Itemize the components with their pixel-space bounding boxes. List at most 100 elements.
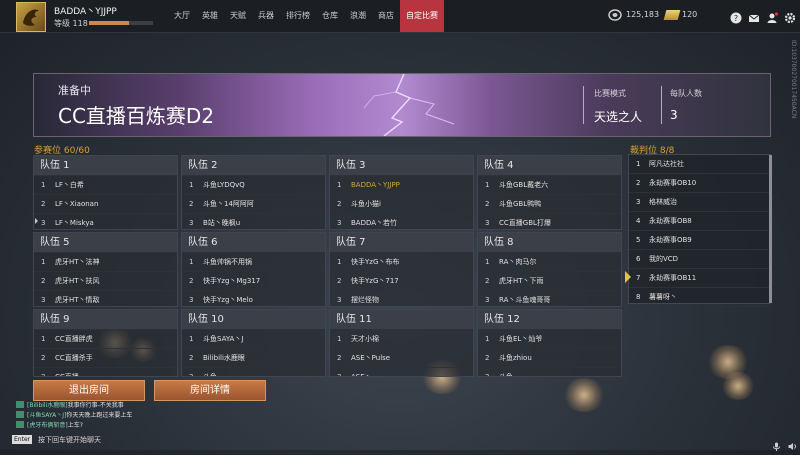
referee-slot[interactable]: 6 我的VCD: [629, 250, 770, 269]
referee-slot[interactable]: 2 永劫赛事OB10: [629, 174, 770, 193]
team-slot[interactable]: 2 LF丶Xiaonan: [34, 194, 177, 213]
mail-icon[interactable]: [748, 9, 760, 22]
team-slot[interactable]: 1 斗鱼SAYA丶J: [182, 329, 325, 348]
speaker-icon[interactable]: [788, 436, 797, 450]
slot-number: 3: [189, 219, 194, 227]
team-card-8[interactable]: 队伍 8 1 RA丶肉马尔 2 虎牙HT丶下雨 3 RA丶斗鱼魂哥哥: [477, 232, 622, 307]
team-slot[interactable]: 2 斗鱼GBL鸭鸭: [478, 194, 621, 213]
lantern-glow: [562, 378, 606, 412]
slot-number: 2: [337, 277, 342, 285]
team-slot[interactable]: 3 摆烂怪物: [330, 290, 473, 309]
team-card-4[interactable]: 队伍 4 1 斗鱼GBL戴老六 2 斗鱼GBL鸭鸭 3 CC直播GBL打爆: [477, 155, 622, 230]
team-slot[interactable]: 1 RA丶肉马尔: [478, 252, 621, 271]
exit-room-button[interactable]: 退出房间: [33, 380, 145, 401]
team-card-5[interactable]: 队伍 5 1 虎牙HT丶法神 2 虎牙HT丶扶风 3 虎牙HT丶情敌: [33, 232, 178, 307]
settings-icon[interactable]: [784, 9, 796, 24]
team-slot[interactable]: 1 LF丶白希: [34, 175, 177, 194]
friends-icon[interactable]: [766, 9, 779, 23]
referee-slot[interactable]: 1 阿凡达社社: [629, 155, 770, 174]
referee-scrollbar[interactable]: [769, 155, 772, 303]
team-slot[interactable]: 3 CC直播...: [34, 367, 177, 376]
team-slot[interactable]: 2 ASE丶Pulse: [330, 348, 473, 367]
player-name: 斗鱼帅锅不用锅: [203, 258, 252, 266]
chat-input-hint[interactable]: 按下回车键开始聊天: [38, 435, 101, 445]
referee-name: 阿凡达社社: [649, 160, 684, 168]
team-card-11[interactable]: 队伍 11 1 天才小棉 2 ASE丶Pulse 3 ASE丶...: [329, 309, 474, 377]
help-icon[interactable]: ?: [730, 9, 742, 24]
nav-talents[interactable]: 天赋: [224, 0, 252, 32]
team-title: 队伍 8: [478, 233, 621, 252]
team-slot[interactable]: 2 快手YzG丶717: [330, 271, 473, 290]
team-slot[interactable]: 3 BADDA丶若竹: [330, 213, 473, 232]
team-slot[interactable]: 2 斗鱼丶14阿阿阿: [182, 194, 325, 213]
flag-icon: [625, 271, 631, 283]
team-slot[interactable]: 2 虎牙HT丶扶风: [34, 271, 177, 290]
team-slot[interactable]: 3 LF丶Miskya: [34, 213, 177, 232]
team-slot[interactable]: 3 快手Yzg丶Melo: [182, 290, 325, 309]
team-card-3[interactable]: 队伍 3 1 BADDA丶YJJPP 2 斗鱼小猫i 3 BADDA丶若竹: [329, 155, 474, 230]
team-slot[interactable]: 3 ASE丶...: [330, 367, 473, 377]
player-avatar[interactable]: [16, 2, 46, 32]
team-slot[interactable]: 3 斗鱼...: [478, 367, 621, 376]
team-card-9[interactable]: 队伍 9 1 CC直播胖虎 2 CC直播杀手 3 CC直播...: [33, 309, 178, 377]
team-card-12[interactable]: 队伍 12 1 斗鱼EL丶灿爷 2 斗鱼zhiou 3 斗鱼...: [477, 309, 622, 377]
player-name: LF丶Miskya: [55, 219, 94, 227]
referee-slot[interactable]: 8 薯薯呀丶: [629, 288, 770, 307]
team-slot[interactable]: 2 斗鱼小猫i: [330, 194, 473, 213]
team-card-7[interactable]: 队伍 7 1 快手YzG丶布布 2 快手YzG丶717 3 摆烂怪物: [329, 232, 474, 307]
player-name: BADDA丶YJJPP: [351, 181, 400, 189]
chat-user[interactable]: [虎牙布俩斩意]: [27, 422, 68, 429]
team-slot[interactable]: 2 斗鱼zhiou: [478, 348, 621, 367]
team-slot[interactable]: 1 BADDA丶YJJPP: [330, 175, 473, 194]
slot-number: 1: [337, 335, 342, 343]
team-slot[interactable]: 1 天才小棉: [330, 329, 473, 348]
xp-bar: [89, 21, 153, 25]
team-slot[interactable]: 1 虎牙HT丶法神: [34, 252, 177, 271]
team-slot[interactable]: 1 斗鱼EL丶灿爷: [478, 329, 621, 348]
team-slot[interactable]: 3 CC直播GBL打爆: [478, 213, 621, 232]
team-slot[interactable]: 3 RA丶斗鱼魂哥哥: [478, 290, 621, 309]
referee-slot[interactable]: 7 永劫赛事OB11: [625, 269, 770, 288]
nav-custom-match[interactable]: 自定比赛: [400, 0, 444, 32]
room-details-button[interactable]: 房间详情: [154, 380, 266, 401]
team-slot[interactable]: 1 斗鱼GBL戴老六: [478, 175, 621, 194]
microphone-icon[interactable]: [772, 436, 781, 451]
chat-user[interactable]: [Bilibili水鹿眼]: [27, 402, 68, 409]
player-name: 斗鱼GBL戴老六: [499, 181, 549, 189]
referee-slot[interactable]: 5 永劫赛事OB9: [629, 231, 770, 250]
room-banner: 准备中 CC直播百炼赛D2 比赛模式 天选之人 每队人数 3: [33, 73, 771, 137]
team-slot[interactable]: 3 B站丶晚枫u: [182, 213, 325, 232]
slot-number: 1: [485, 258, 490, 266]
slot-number: 4: [636, 217, 641, 225]
referee-slot[interactable]: 4 永劫赛事OB8: [629, 212, 770, 231]
slot-number: 7: [636, 274, 641, 282]
slot-number: 2: [337, 354, 342, 362]
team-slot[interactable]: 2 虎牙HT丶下雨: [478, 271, 621, 290]
nav-weapons[interactable]: 兵器: [252, 0, 280, 32]
team-card-10[interactable]: 队伍 10 1 斗鱼SAYA丶J 2 Bilibili水鹿眼 3 斗鱼...: [181, 309, 326, 377]
team-title: 队伍 9: [34, 310, 177, 329]
team-slot[interactable]: 2 快手Yzg丶Mg317: [182, 271, 325, 290]
team-slot[interactable]: 1 快手YzG丶布布: [330, 252, 473, 271]
team-slot[interactable]: 1 斗鱼帅锅不用锅: [182, 252, 325, 271]
referee-slot[interactable]: 3 格林威治: [629, 193, 770, 212]
nav-shop[interactable]: 商店: [372, 0, 400, 32]
nav-tide[interactable]: 浪潮: [344, 0, 372, 32]
team-card-2[interactable]: 队伍 2 1 斗鱼LYDQvQ 2 斗鱼丶14阿阿阿 3 B站丶晚枫u: [181, 155, 326, 230]
team-slot[interactable]: 2 CC直播杀手: [34, 348, 177, 367]
nav-warehouse[interactable]: 仓库: [316, 0, 344, 32]
team-card-1[interactable]: 队伍 1 1 LF丶白希 2 LF丶Xiaonan 3 LF丶Miskya: [33, 155, 178, 230]
main-nav: 大厅 英雄 天赋 兵器 排行榜 仓库 浪潮 商店 自定比赛: [168, 0, 444, 32]
player-id-code: ID:103700270017450ACN: [790, 40, 797, 119]
chat-user[interactable]: [斗鱼SAYA丶J]: [27, 412, 66, 419]
nav-leaderboard[interactable]: 排行榜: [280, 0, 316, 32]
team-slot[interactable]: 3 斗鱼...: [182, 367, 325, 376]
slot-number: 3: [337, 373, 342, 377]
team-card-6[interactable]: 队伍 6 1 斗鱼帅锅不用锅 2 快手Yzg丶Mg317 3 快手Yzg丶Melo: [181, 232, 326, 307]
team-slot[interactable]: 3 虎牙HT丶情敌: [34, 290, 177, 309]
nav-lobby[interactable]: 大厅: [168, 0, 196, 32]
nav-heroes[interactable]: 英雄: [196, 0, 224, 32]
team-slot[interactable]: 2 Bilibili水鹿眼: [182, 348, 325, 367]
team-slot[interactable]: 1 斗鱼LYDQvQ: [182, 175, 325, 194]
team-slot[interactable]: 1 CC直播胖虎: [34, 329, 177, 348]
